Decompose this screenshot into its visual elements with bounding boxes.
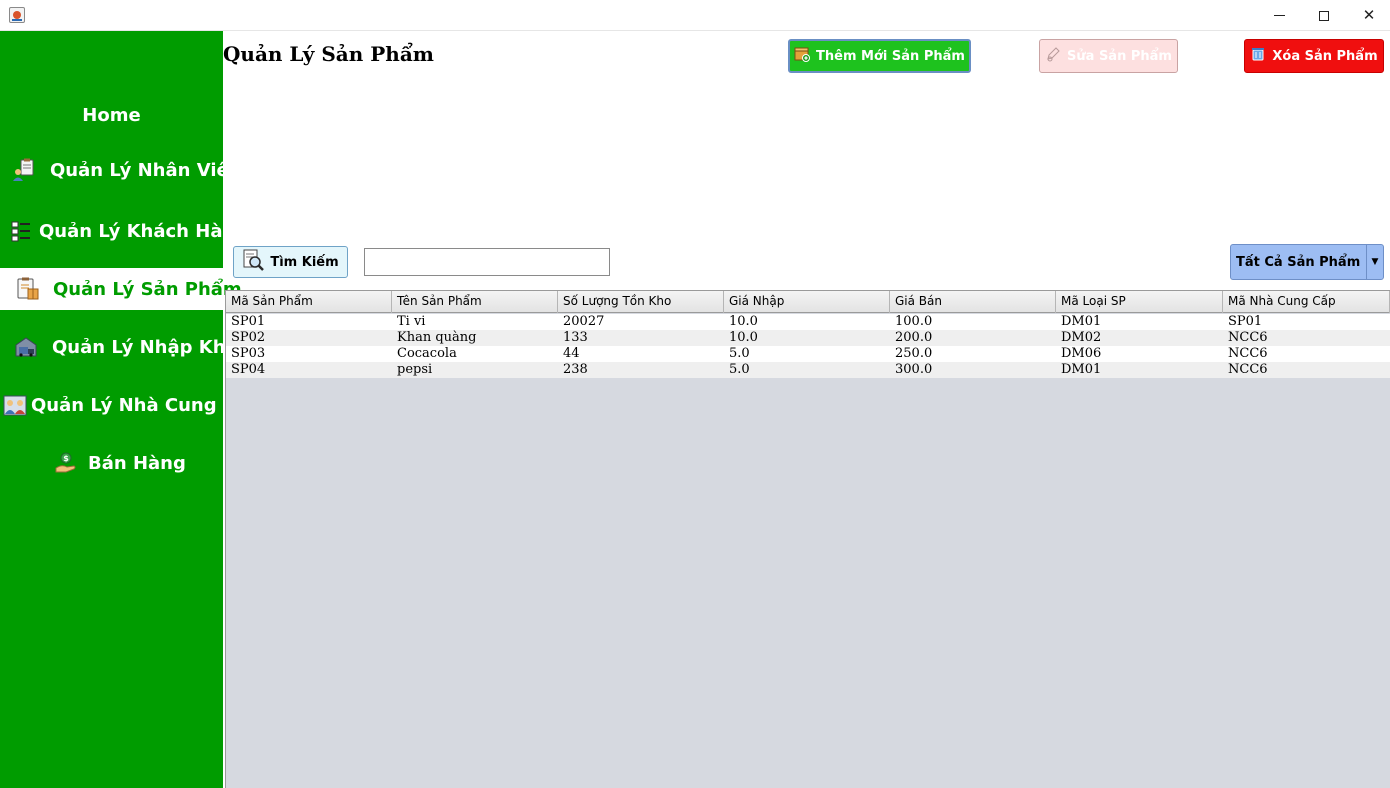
product-table[interactable]: Mã Sản Phẩm Tên Sản Phẩm Số Lượng Tồn Kh… (225, 290, 1390, 788)
table-cell: 20027 (563, 314, 605, 329)
column-header[interactable]: Mã Sản Phẩm (226, 291, 392, 313)
table-cell: 133 (563, 330, 588, 345)
svg-text:$: $ (63, 454, 69, 463)
table-cell: 10.0 (729, 314, 758, 329)
table-row[interactable]: SP03 Cocacola 44 5.0 250.0 DM06 NCC6 (226, 346, 1390, 362)
table-cell: NCC6 (1228, 346, 1268, 361)
sidebar-item-warehouse[interactable]: Quản Lý Nhập Kho (0, 326, 238, 368)
search-input[interactable] (364, 248, 610, 276)
table-cell: DM06 (1061, 346, 1102, 361)
table-cell: Cocacola (397, 346, 457, 361)
sidebar-item-label: Quản Lý Khách Hàng (39, 220, 249, 242)
table-cell: Khan quàng (397, 330, 477, 345)
table-cell: DM01 (1061, 362, 1102, 377)
sidebar-item-customers[interactable]: Quản Lý Khách Hàng (0, 210, 248, 252)
product-filter-selected: Tất Cả Sản Phẩm (1236, 254, 1361, 270)
java-cup-icon (9, 7, 25, 23)
sale-hand-icon: $ (54, 451, 78, 475)
sidebar-item-suppliers[interactable]: Quản Lý Nhà Cung Cấp (0, 384, 261, 426)
table-row[interactable]: SP02 Khan quàng 133 10.0 200.0 DM02 NCC6 (226, 330, 1390, 346)
sidebar-item-label: Home (82, 104, 141, 126)
table-cell: SP02 (231, 330, 266, 345)
table-cell: 300.0 (895, 362, 933, 377)
sidebar-item-products[interactable]: Quản Lý Sản Phẩm (0, 268, 242, 310)
sidebar-item-label: Quản Lý Nhân Viên (50, 159, 242, 181)
column-header[interactable]: Tên Sản Phẩm (392, 291, 558, 313)
table-cell: Ti vi (397, 314, 426, 329)
supplier-group-icon (3, 393, 27, 417)
minimize-icon (1273, 15, 1285, 16)
sidebar-item-label: Quản Lý Sản Phẩm (53, 278, 242, 300)
table-cell: pepsi (397, 362, 433, 377)
edit-pencil-icon (1045, 46, 1061, 66)
sidebar-item-home[interactable]: Home (0, 94, 223, 136)
search-button-label: Tìm Kiếm (270, 254, 339, 270)
sidebar-item-sales[interactable]: $ Bán Hàng (0, 442, 223, 484)
add-product-button[interactable]: Thêm Mới Sản Phẩm (788, 39, 971, 73)
customer-list-icon (10, 219, 34, 243)
close-icon: ✕ (1362, 6, 1376, 24)
sidebar-item-label: Bán Hàng (88, 452, 186, 474)
chevron-down-icon: ▼ (1366, 245, 1383, 279)
product-clipboard-icon (16, 277, 40, 301)
table-cell: 44 (563, 346, 580, 361)
maximize-icon (1319, 10, 1329, 21)
page-title: Quản Lý Sản Phẩm (223, 42, 434, 66)
minimize-button[interactable] (1256, 0, 1302, 31)
table-row[interactable]: SP01 Ti vi 20027 10.0 100.0 DM01 SP01 (226, 314, 1390, 330)
search-document-icon (242, 249, 265, 275)
delete-trash-icon (1250, 46, 1266, 66)
table-cell: NCC6 (1228, 362, 1268, 377)
warehouse-truck-icon (14, 335, 38, 359)
sidebar-item-label: Quản Lý Nhập Kho (52, 336, 238, 358)
column-header[interactable]: Mã Nhà Cung Cấp (1223, 291, 1390, 313)
table-cell: SP01 (231, 314, 266, 329)
add-box-icon (794, 46, 811, 66)
table-cell: 250.0 (895, 346, 933, 361)
add-product-label: Thêm Mới Sản Phẩm (816, 48, 965, 64)
edit-product-label: Sửa Sản Phẩm (1067, 48, 1172, 64)
table-row[interactable]: SP04 pepsi 238 5.0 300.0 DM01 NCC6 (226, 362, 1390, 378)
delete-product-button[interactable]: Xóa Sản Phẩm (1244, 39, 1384, 73)
table-cell: 5.0 (729, 346, 750, 361)
table-cell: NCC6 (1228, 330, 1268, 345)
table-cell: SP04 (231, 362, 266, 377)
table-header: Mã Sản Phẩm Tên Sản Phẩm Số Lượng Tồn Kh… (226, 291, 1390, 313)
search-button[interactable]: Tìm Kiếm (233, 246, 348, 278)
delete-product-label: Xóa Sản Phẩm (1272, 48, 1378, 64)
close-button[interactable]: ✕ (1346, 0, 1390, 31)
sidebar-item-employees[interactable]: Quản Lý Nhân Viên (0, 149, 242, 191)
employee-clipboard-icon (12, 158, 36, 182)
product-filter-dropdown[interactable]: Tất Cả Sản Phẩm ▼ (1230, 244, 1384, 280)
column-header[interactable]: Giá Nhập (724, 291, 890, 313)
table-cell: SP03 (231, 346, 266, 361)
sidebar: Home Quản Lý Nhân Viên Quản Lý Khách Hàn… (0, 31, 261, 788)
table-cell: 100.0 (895, 314, 933, 329)
maximize-button[interactable] (1301, 0, 1347, 31)
table-body: SP01 Ti vi 20027 10.0 100.0 DM01 SP01 SP… (226, 314, 1390, 378)
window-titlebar: ✕ (0, 0, 1390, 31)
column-header[interactable]: Số Lượng Tồn Kho (558, 291, 724, 313)
table-cell: SP01 (1228, 314, 1263, 329)
column-header[interactable]: Giá Bán (890, 291, 1056, 313)
table-cell: 10.0 (729, 330, 758, 345)
table-cell: 5.0 (729, 362, 750, 377)
table-cell: DM02 (1061, 330, 1102, 345)
edit-product-button[interactable]: Sửa Sản Phẩm (1039, 39, 1178, 73)
table-cell: DM01 (1061, 314, 1102, 329)
table-cell: 200.0 (895, 330, 933, 345)
column-header[interactable]: Mã Loại SP (1056, 291, 1223, 313)
table-cell: 238 (563, 362, 588, 377)
